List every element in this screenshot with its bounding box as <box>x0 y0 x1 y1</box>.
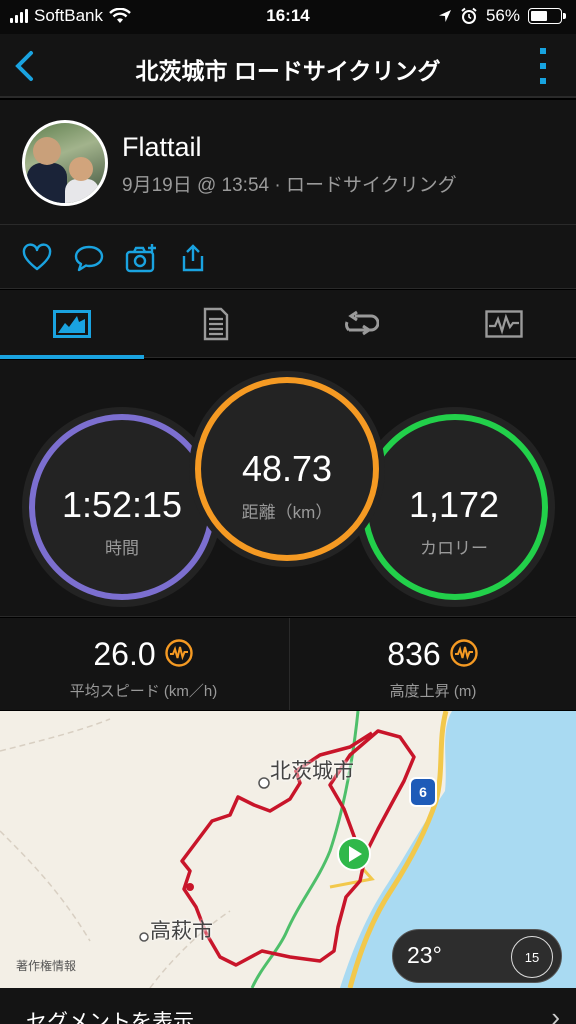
route-badge: 6 <box>409 777 437 807</box>
secondary-stats: 26.0 平均スピード (km／h) 836 高度上昇 (m) <box>0 618 576 710</box>
location-icon <box>438 10 451 22</box>
heart-icon[interactable] <box>22 243 52 273</box>
temperature-value: 23° <box>407 942 442 968</box>
tab-charts[interactable] <box>432 290 576 358</box>
stat-avg-speed[interactable]: 26.0 平均スピード (km／h) <box>0 618 287 710</box>
status-right: 56% <box>438 6 566 26</box>
stat-distance[interactable]: 48.73 距離（km） <box>197 448 377 523</box>
calories-value: 1,172 <box>408 484 500 525</box>
activity-meta: 9月19日 @ 13:54 · ロードサイクリング <box>122 175 457 196</box>
elevation-value: 836 <box>387 636 441 672</box>
distance-value: 48.73 <box>241 448 333 489</box>
laps-icon <box>345 310 379 336</box>
weather-widget[interactable]: 23° 15 <box>392 929 562 983</box>
share-icon[interactable] <box>178 243 208 273</box>
calories-label: カロリー <box>420 539 488 558</box>
status-bar: SoftBank 16:14 56% <box>0 0 576 34</box>
insight-gauge-icon <box>449 639 478 667</box>
segments-row[interactable]: セグメントを表示 › <box>0 988 576 1024</box>
distance-label: 距離（km） <box>241 503 333 522</box>
alarm-icon <box>461 7 477 24</box>
activity-tabs <box>0 290 576 359</box>
avatar[interactable] <box>22 120 108 206</box>
comment-icon[interactable] <box>74 243 104 273</box>
stat-calories[interactable]: 1,172 カロリー <box>364 484 544 559</box>
battery-icon <box>528 8 566 24</box>
tab-laps[interactable] <box>288 290 432 358</box>
map-credit[interactable]: 著作権情報 <box>16 957 76 974</box>
avg-speed-value: 26.0 <box>93 636 156 672</box>
avg-speed-label: 平均スピード (km／h) <box>69 683 218 700</box>
overview-icon <box>53 310 91 338</box>
camera-add-icon[interactable] <box>125 243 159 273</box>
chart-icon <box>485 310 523 338</box>
document-icon <box>203 307 229 341</box>
chevron-right-icon: › <box>551 1002 560 1024</box>
elevation-row: 836 <box>290 636 576 673</box>
avg-speed-row: 26.0 <box>0 636 287 673</box>
owner-name[interactable]: Flattail <box>122 132 202 163</box>
battery-percent: 56% <box>485 6 520 25</box>
insight-gauge-icon <box>164 639 193 667</box>
map-label-kitaibaraki: 北茨城市 <box>270 760 354 783</box>
stat-time[interactable]: 1:52:15 時間 <box>32 484 212 559</box>
stat-elevation[interactable]: 836 高度上昇 (m) <box>289 618 576 710</box>
elevation-label: 高度上昇 (m) <box>389 683 477 700</box>
summary-stats: 1:52:15 時間 48.73 距離（km） 1,172 カロリー <box>0 360 576 617</box>
tab-details[interactable] <box>144 290 288 358</box>
activity-owner: Flattail 9月19日 @ 13:54 · ロードサイクリング <box>0 100 576 225</box>
map-label-takahagi: 高萩市 <box>150 920 213 943</box>
wind-indicator: 15 <box>511 936 553 978</box>
time-value: 1:52:15 <box>61 484 183 525</box>
route-marker <box>186 883 194 891</box>
tab-overview[interactable] <box>0 290 144 359</box>
activity-header: 北茨城市 ロードサイクリング <box>0 34 576 98</box>
time-label: 時間 <box>105 539 139 558</box>
segments-label: セグメントを表示 <box>26 1011 194 1024</box>
social-actions <box>0 225 576 289</box>
route-map[interactable]: 北茨城市 高萩市 6 著作権情報 23° 15 <box>0 711 576 988</box>
more-vertical-icon[interactable] <box>536 48 550 84</box>
page-title: 北茨城市 ロードサイクリング <box>135 58 441 84</box>
